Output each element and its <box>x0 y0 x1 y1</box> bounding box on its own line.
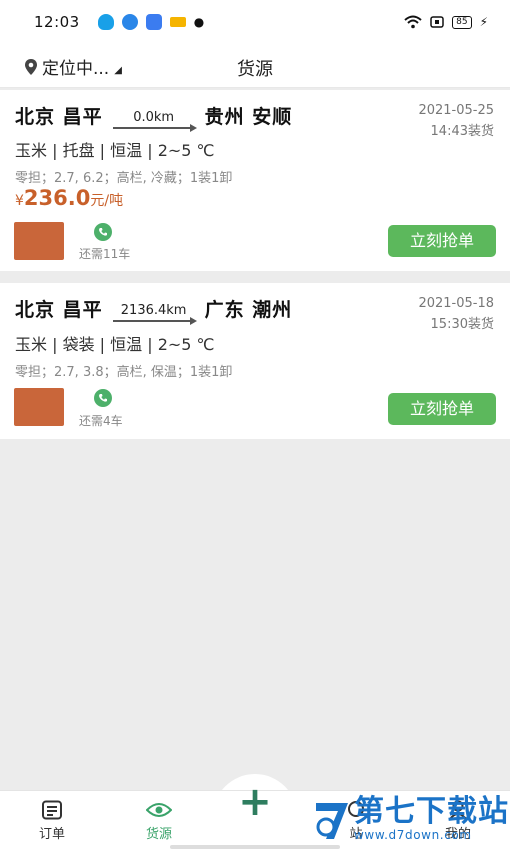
watermark-text: 第七下载站 <box>354 794 509 829</box>
add-button[interactable]: + <box>236 782 274 822</box>
eye-icon <box>129 799 189 821</box>
destination-city: 广东 潮州 <box>204 299 293 321</box>
nav-orders[interactable]: 订单 <box>22 799 82 842</box>
more-dot-icon: ● <box>193 15 205 29</box>
destination-city: 贵州 安顺 <box>204 106 293 128</box>
system-icons: 85 ⚡ <box>404 15 488 29</box>
origin-city: 北京 昌平 <box>15 299 103 321</box>
grab-order-button[interactable]: 立刻抢单 <box>388 225 496 257</box>
home-indicator <box>170 845 340 849</box>
watermark: 第七下载站 www.d7down.com <box>312 796 509 842</box>
price-value: 236.0 <box>23 186 91 210</box>
nav-orders-label: 订单 <box>38 827 65 842</box>
chat-app-icon <box>145 14 162 30</box>
origin-city: 北京 昌平 <box>15 106 103 128</box>
load-time: 14:43装货 <box>430 124 494 139</box>
sim-icon <box>430 16 444 28</box>
orders-icon <box>22 799 82 821</box>
load-time: 15:30装货 <box>430 317 494 332</box>
distance-value: 0.0km <box>133 110 175 125</box>
trucks-needed: 还需4车 <box>79 414 123 428</box>
header: 定位中... ◢ 货源 <box>0 44 510 88</box>
watermark-url: www.d7down.com <box>354 828 472 842</box>
route: 北京 昌平 0.0km 贵州 安顺 <box>15 102 293 132</box>
price-unit: 元/吨 <box>90 193 124 209</box>
spec-info: 零担；2.7, 6.2；高栏, 冷藏；1装1卸 <box>15 171 233 186</box>
notification-icons: ● <box>97 14 205 30</box>
battery-icon: 85 <box>452 15 472 29</box>
qq-icon <box>97 14 114 30</box>
page-title: 货源 <box>237 59 273 80</box>
trucks-needed: 还需11车 <box>79 247 131 261</box>
charging-icon: ⚡ <box>479 15 488 29</box>
price-symbol: ¥ <box>15 193 24 209</box>
route-arrow-icon <box>112 124 197 132</box>
cargo-card[interactable]: 北京 昌平 0.0km 贵州 安顺 2021-05-25 14:43装货 玉米 … <box>0 90 510 271</box>
eye-app-icon <box>121 14 138 30</box>
grab-order-button[interactable]: 立刻抢单 <box>388 393 496 425</box>
distance-value: 2136.4km <box>120 303 187 318</box>
shipper-avatar <box>14 388 64 426</box>
cargo-card[interactable]: 北京 昌平 2136.4km 广东 潮州 2021-05-18 15:30装货 … <box>0 283 510 439</box>
status-time: 12:03 <box>34 13 80 31</box>
spec-info: 零担；2.7, 3.8；高栏, 保温；1装1卸 <box>15 365 233 380</box>
wifi-icon <box>404 15 422 29</box>
load-date: 2021-05-18 <box>418 296 494 311</box>
status-bar: 12:03 ● 85 ⚡ <box>0 0 510 44</box>
route-arrow-icon <box>112 317 197 325</box>
nav-cargo[interactable]: 货源 <box>129 799 189 842</box>
watermark-logo-icon <box>316 803 348 839</box>
phone-icon[interactable] <box>94 389 112 407</box>
route: 北京 昌平 2136.4km 广东 潮州 <box>15 295 293 325</box>
load-date: 2021-05-25 <box>418 103 494 118</box>
download-app-icon <box>169 17 186 27</box>
date-block: 2021-05-18 15:30装货 <box>418 293 494 335</box>
nav-cargo-label: 货源 <box>145 827 172 842</box>
goods-info: 玉米 | 袋装 | 恒温 | 2~5 ℃ <box>15 335 215 354</box>
price: ¥236.0元/吨 <box>15 186 123 210</box>
distance-indicator: 2136.4km <box>112 303 197 325</box>
goods-info: 玉米 | 托盘 | 恒温 | 2~5 ℃ <box>15 141 215 160</box>
shipper-avatar <box>14 222 64 260</box>
date-block: 2021-05-25 14:43装货 <box>418 100 494 142</box>
phone-icon[interactable] <box>94 223 112 241</box>
distance-indicator: 0.0km <box>112 110 197 132</box>
